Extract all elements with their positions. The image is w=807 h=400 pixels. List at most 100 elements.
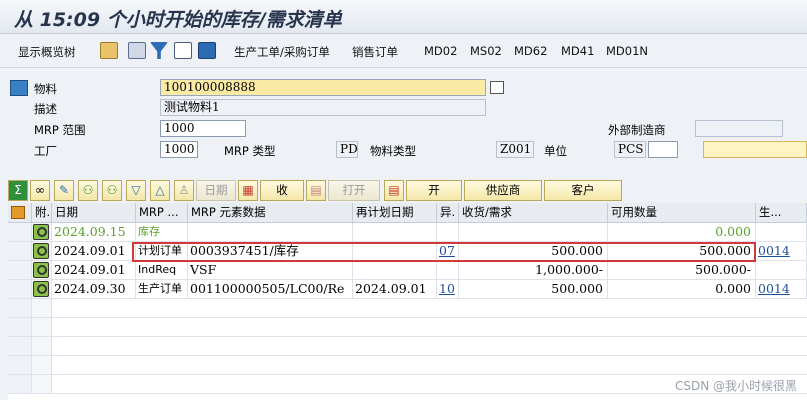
row-date: 2024.09.15: [52, 223, 136, 242]
page-title: 从 15:09 个小时开始的库存/需求清单: [14, 9, 342, 31]
unit-extra-field[interactable]: [648, 141, 678, 158]
magnifier-icon[interactable]: [33, 262, 49, 278]
empty-row: [8, 299, 807, 318]
watermark: CSDN @我小时候很黑: [674, 379, 797, 393]
empty-row: [8, 356, 807, 375]
row-qty: 1,000.000-: [459, 261, 608, 280]
col-attach[interactable]: 附.: [32, 203, 52, 223]
people-icon[interactable]: [100, 42, 118, 59]
calendar-red-icon[interactable]: ▦: [238, 180, 258, 201]
open-button: 打开: [328, 180, 380, 201]
col-production[interactable]: 生...: [756, 203, 807, 223]
sort-down-icon[interactable]: ▽: [126, 180, 146, 201]
mrp-type-field: PD: [336, 141, 358, 158]
collect-button[interactable]: 收: [260, 180, 304, 201]
row-date: 2024.09.30: [52, 280, 136, 299]
toolbar-md01n[interactable]: MD01N: [606, 44, 648, 58]
col-mrp-element[interactable]: MRP ...: [136, 203, 188, 223]
row-exception[interactable]: 10: [437, 280, 459, 299]
row-icon-cell: [32, 280, 52, 299]
application-toolbar: 显示概览树 生产工单/采购订单 销售订单 MD02 MS02 MD62 MD41…: [0, 34, 807, 68]
table-row[interactable]: 2024.09.15 库存 0.000: [8, 223, 807, 242]
row-qty: 500.000: [459, 280, 608, 299]
magnifier-icon[interactable]: [33, 243, 49, 259]
toolbar-md62[interactable]: MD62: [514, 44, 547, 58]
row-selector: [8, 261, 32, 280]
col-exception[interactable]: 异.: [437, 203, 459, 223]
toolbar-sales-order[interactable]: 销售订单: [352, 44, 398, 60]
document-icon[interactable]: [174, 42, 192, 59]
col-mrp-element-data[interactable]: MRP 元素数据: [188, 203, 353, 223]
material-type-label: 物料类型: [370, 144, 416, 158]
row-icon-cell: [32, 261, 52, 280]
row-element: IndReq: [136, 261, 188, 280]
empty-row: [8, 337, 807, 356]
magnifier-icon[interactable]: [33, 281, 49, 297]
col-available-qty[interactable]: 可用数量: [608, 203, 756, 223]
external-proc-field: [695, 120, 783, 137]
plant-field[interactable]: 1000: [160, 141, 198, 158]
row-prod[interactable]: 0014: [756, 242, 807, 261]
copy-icon[interactable]: [490, 81, 504, 94]
filter-icon[interactable]: [150, 42, 168, 59]
row-element: 生产订单: [136, 280, 188, 299]
hierarchy-expand-icon[interactable]: ⚇: [102, 180, 122, 201]
unit-field: PCS: [614, 141, 646, 158]
grid-corner[interactable]: [8, 203, 32, 223]
row-date: 2024.09.01: [52, 261, 136, 280]
plant-label: 工厂: [34, 144, 57, 158]
open-doc-icon: ▤: [306, 180, 326, 201]
row-prod: [756, 223, 807, 242]
material-label: 物料: [34, 82, 57, 96]
vendor-button[interactable]: 供应商: [464, 180, 542, 201]
refresh-icon[interactable]: [128, 42, 146, 59]
hierarchy-icon[interactable]: ⚇: [78, 180, 98, 201]
grid-toolbar: Σ ∞ ✎ ⚇ ⚇ ▽ △ ♙ 日期 ▦ 收 ▤ 打开 ▤ 开 供应商 客户: [8, 180, 807, 202]
customer-button[interactable]: 客户: [544, 180, 622, 201]
table-row[interactable]: 2024.09.01 IndReq VSF 1,000.000- 500.000…: [8, 261, 807, 280]
row-element: 库存: [136, 223, 188, 242]
row-resched: [353, 223, 437, 242]
row-exception: [437, 261, 459, 280]
col-receipt-requirement[interactable]: 收货/需求: [459, 203, 608, 223]
open2-button[interactable]: 开: [406, 180, 462, 201]
mrp-type-label: MRP 类型: [224, 144, 276, 158]
glasses-icon[interactable]: ∞: [30, 180, 50, 201]
toolbar-prod-order[interactable]: 生产工单/采购订单: [234, 44, 330, 60]
row-date: 2024.09.01: [52, 242, 136, 261]
person-icon: ♙: [174, 180, 194, 201]
toolbar-overview-tree[interactable]: 显示概览树: [18, 44, 76, 60]
calendar-icon[interactable]: [198, 42, 216, 59]
table-row[interactable]: 2024.09.30 生产订单 001100000505/LC00/Re 202…: [8, 280, 807, 299]
row-selector: [8, 280, 32, 299]
row-element-data: 001100000505/LC00/Re: [188, 280, 353, 299]
col-date[interactable]: 日期: [52, 203, 136, 223]
row-element-data: [188, 223, 353, 242]
row-selector: [8, 242, 32, 261]
sort-up-icon[interactable]: △: [150, 180, 170, 201]
header-area: 物料 100100008888 描述 测试物料1 MRP 范围 1000 外部制…: [0, 70, 807, 170]
doc-red-icon[interactable]: ▤: [384, 180, 404, 201]
sum-icon[interactable]: Σ: [8, 180, 28, 201]
external-proc-label: 外部制造商: [608, 123, 666, 137]
mrp-grid: 附. 日期 MRP ... MRP 元素数据 再计划日期 异. 收货/需求 可用…: [8, 203, 807, 400]
title-bar: 从 15:09 个小时开始的库存/需求清单: [0, 0, 807, 34]
mrp-area-field[interactable]: 1000: [160, 120, 246, 137]
row-prod[interactable]: 0014: [756, 280, 807, 299]
col-reschedule-date[interactable]: 再计划日期: [353, 203, 437, 223]
highlight-box: [132, 242, 756, 262]
date-button: 日期: [196, 180, 236, 201]
row-avail: 0.000: [608, 223, 756, 242]
pencil-icon[interactable]: ✎: [54, 180, 74, 201]
description-label: 描述: [34, 102, 57, 116]
material-field[interactable]: 100100008888: [160, 79, 486, 96]
mrp-area-label: MRP 范围: [34, 123, 86, 137]
grid-settings-icon[interactable]: [11, 206, 25, 219]
empty-row: [8, 318, 807, 337]
material-icon[interactable]: [10, 80, 28, 96]
toolbar-md02[interactable]: MD02: [424, 44, 457, 58]
magnifier-icon[interactable]: [33, 224, 49, 240]
toolbar-ms02[interactable]: MS02: [470, 44, 502, 58]
toolbar-md41[interactable]: MD41: [561, 44, 594, 58]
row-icon-cell: [32, 242, 52, 261]
